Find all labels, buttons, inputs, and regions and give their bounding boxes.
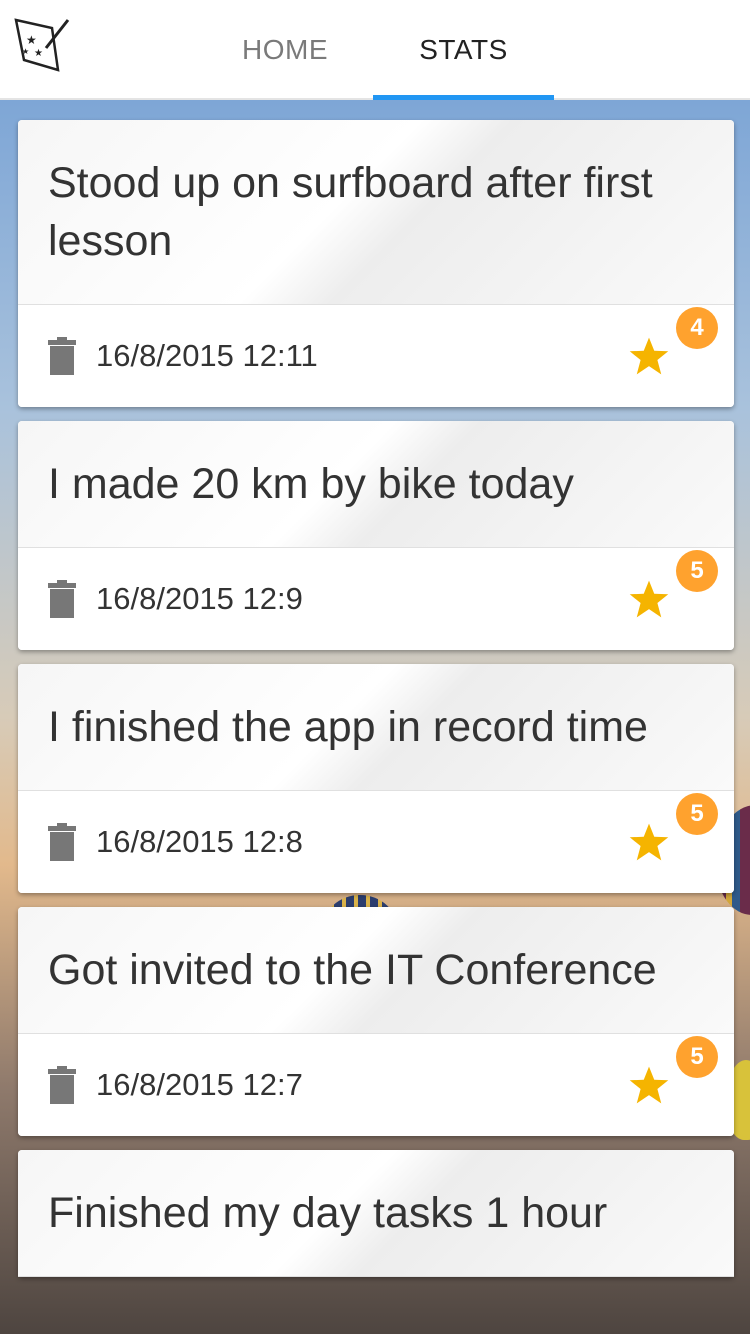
star-icon[interactable] (628, 1064, 670, 1106)
achievement-title: Got invited to the IT Conference (18, 907, 734, 1034)
trash-icon[interactable] (48, 1066, 76, 1104)
card-footer: 16/8/2015 12:11 4 (18, 305, 734, 407)
tab-stats[interactable]: STATS (373, 0, 554, 100)
top-nav-bar: ★ ★ ★ HOME STATS (0, 0, 750, 100)
achievement-date: 16/8/2015 12:8 (96, 824, 303, 859)
achievement-card[interactable]: I finished the app in record time 16/8/2… (18, 664, 734, 893)
star-count-badge: 5 (676, 793, 718, 835)
svg-text:★: ★ (26, 33, 37, 47)
card-footer: 16/8/2015 12:9 5 (18, 548, 734, 650)
achievement-date: 16/8/2015 12:7 (96, 1067, 303, 1102)
svg-text:★: ★ (22, 47, 29, 56)
achievement-list: Stood up on surfboard after first lesson… (18, 120, 734, 1291)
achievement-card[interactable]: I made 20 km by bike today 16/8/2015 12:… (18, 421, 734, 650)
card-footer: 16/8/2015 12:8 5 (18, 791, 734, 893)
achievement-title: I made 20 km by bike today (18, 421, 734, 548)
achievement-date: 16/8/2015 12:9 (96, 581, 303, 616)
svg-text:★: ★ (34, 48, 43, 59)
trash-icon[interactable] (48, 337, 76, 375)
card-footer: 16/8/2015 12:7 5 (18, 1034, 734, 1136)
achievement-title: Finished my day tasks 1 hour (18, 1150, 734, 1277)
star-count-badge: 5 (676, 550, 718, 592)
app-logo-icon[interactable]: ★ ★ ★ (12, 14, 72, 74)
trash-icon[interactable] (48, 823, 76, 861)
star-count-badge: 5 (676, 1036, 718, 1078)
achievement-date: 16/8/2015 12:11 (96, 338, 318, 373)
trash-icon[interactable] (48, 580, 76, 618)
achievement-card[interactable]: Got invited to the IT Conference 16/8/20… (18, 907, 734, 1136)
star-icon[interactable] (628, 578, 670, 620)
star-icon[interactable] (628, 821, 670, 863)
achievement-title: Stood up on surfboard after first lesson (18, 120, 734, 305)
star-count-badge: 4 (676, 307, 718, 349)
achievement-card[interactable]: Finished my day tasks 1 hour (18, 1150, 734, 1277)
active-tab-indicator (373, 95, 554, 100)
achievement-title: I finished the app in record time (18, 664, 734, 791)
tab-home[interactable]: HOME (200, 0, 370, 100)
star-icon[interactable] (628, 335, 670, 377)
achievement-card[interactable]: Stood up on surfboard after first lesson… (18, 120, 734, 407)
